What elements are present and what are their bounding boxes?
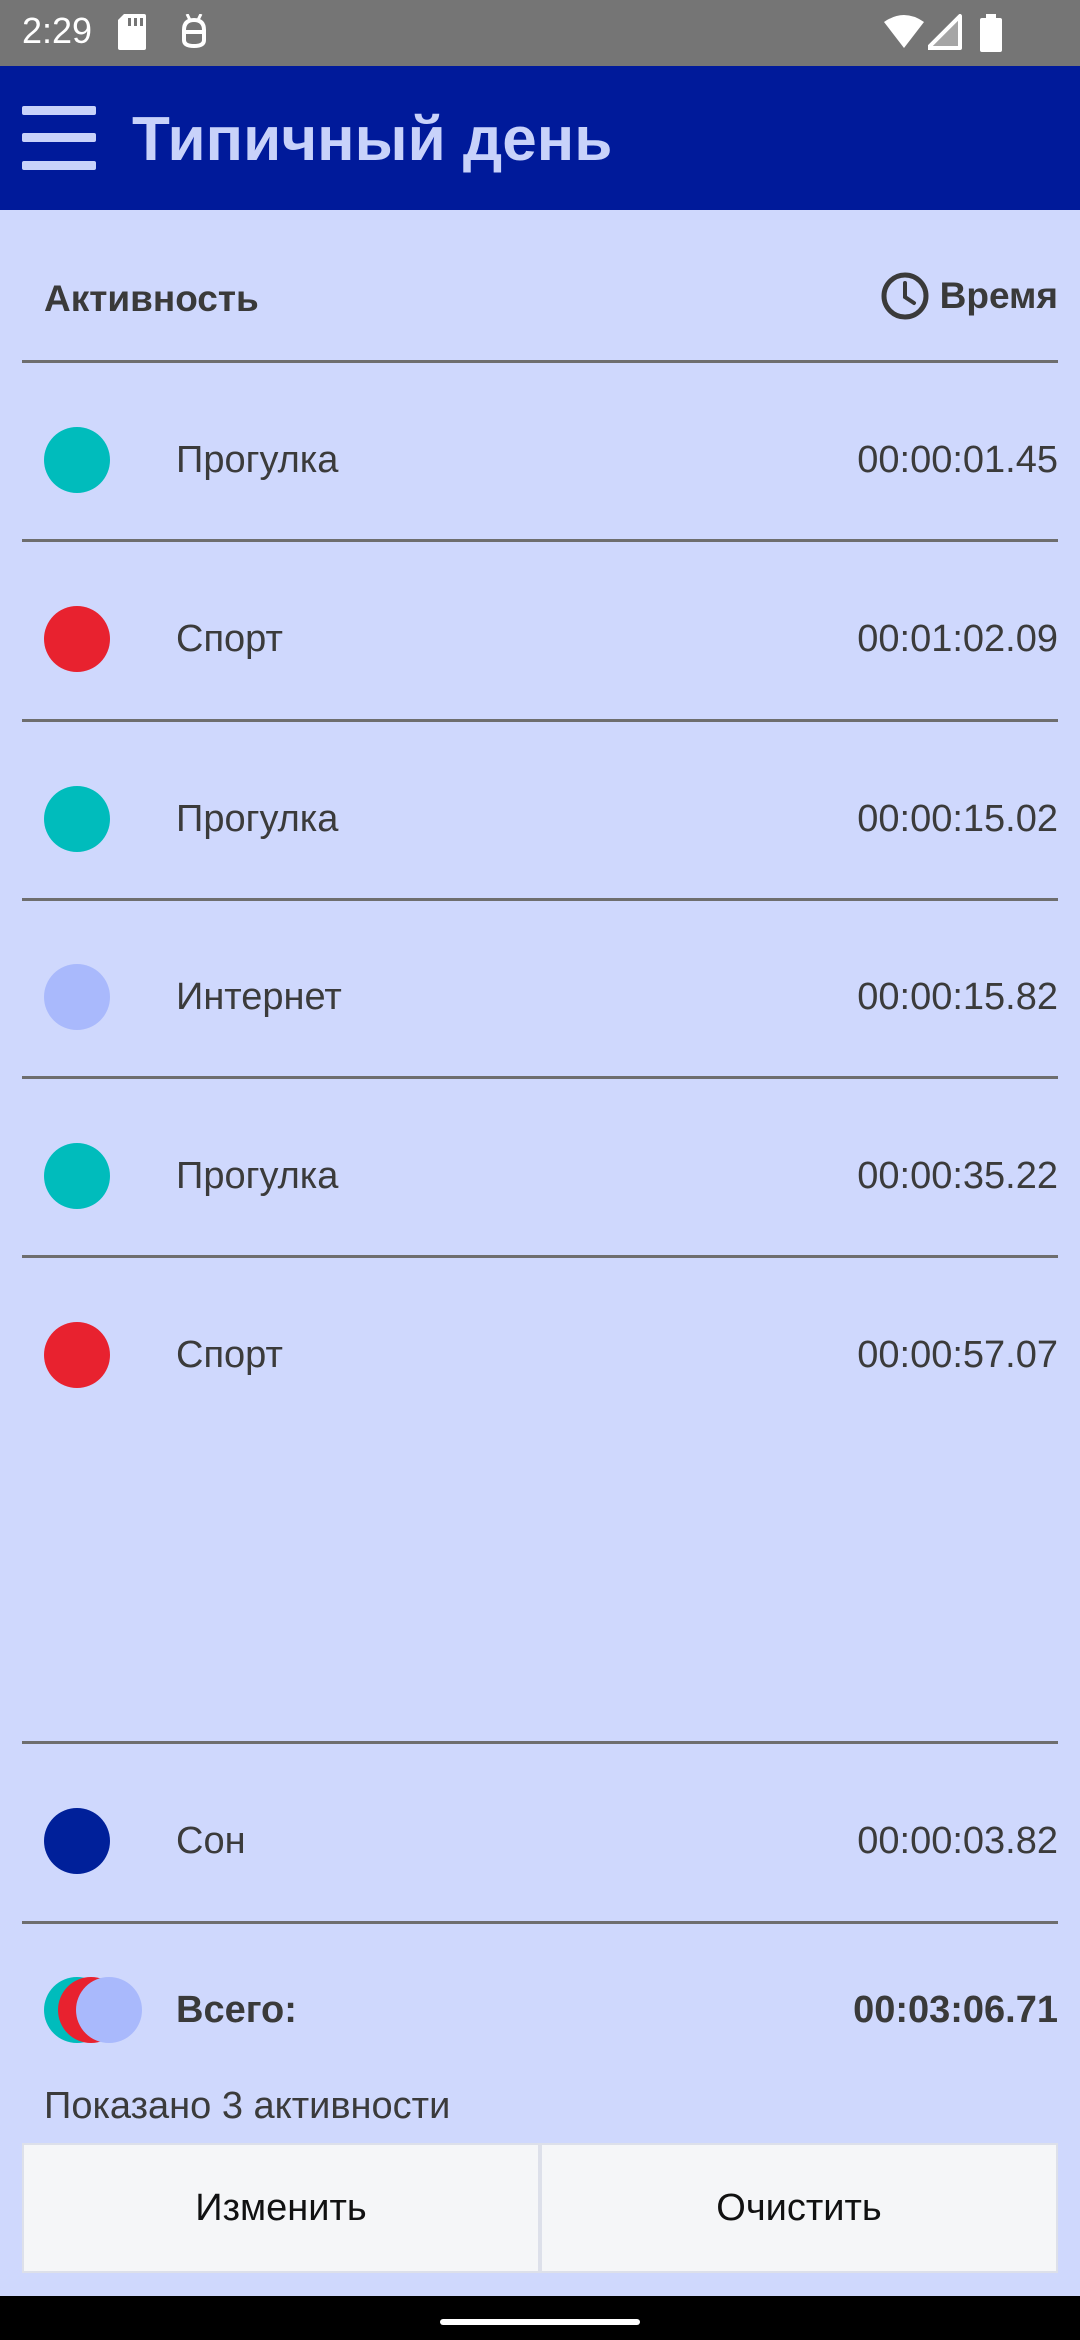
list-item[interactable]: Прогулка 00:00:15.02 [0,720,1080,896]
activity-color-dot [44,1808,110,1874]
activity-color-dot [44,1143,110,1209]
status-bar: 2:29 [0,0,1080,66]
list-item[interactable]: Прогулка 00:00:35.22 [0,1077,1080,1253]
activity-time: 00:00:15.02 [857,798,1058,840]
activity-color-dot [44,786,110,852]
total-time: 00:03:06.71 [853,1989,1058,2031]
list-item[interactable]: Интернет 00:00:15.82 [0,898,1080,1074]
navigation-bar [0,2296,1080,2340]
clock-icon [881,272,929,320]
wifi-icon [884,15,924,48]
internet-color-dot [76,1977,142,2043]
menu-icon[interactable] [22,106,96,170]
app-bar: Типичный день [0,66,1080,210]
clear-button[interactable]: Очистить [540,2143,1058,2273]
activity-name: Спорт [176,1334,283,1376]
activity-time: 00:00:35.22 [857,1155,1058,1197]
column-header-activity[interactable]: Активность [44,278,259,320]
activity-name: Прогулка [176,798,339,840]
total-row: Всего: 00:03:06.71 [0,1925,1080,2043]
battery-icon [980,14,1002,52]
list-item[interactable]: Прогулка 00:00:01.45 [0,361,1080,537]
list-item[interactable]: Спорт 00:00:57.07 [0,1256,1080,1432]
android-debug-icon [182,14,206,49]
activity-time: 00:00:57.07 [857,1334,1058,1376]
button-bar: Изменить Очистить [22,2143,1058,2273]
list-header: Активность Время [0,210,1080,362]
total-label: Всего: [176,1989,297,2031]
activity-time: 00:01:02.09 [857,618,1058,660]
shown-count-text: Показано 3 активности [44,2085,451,2127]
home-gesture-handle[interactable] [440,2319,640,2325]
stacked-color-dots [44,1977,144,2043]
sleep-row[interactable]: Сон 00:00:03.82 [0,1742,1080,1918]
divider [22,1921,1058,1924]
activity-color-dot [44,1322,110,1388]
activity-time: 00:00:15.82 [857,976,1058,1018]
activity-color-dot [44,964,110,1030]
page-title: Типичный день [132,105,613,174]
activity-time: 00:00:01.45 [857,439,1058,481]
activity-name: Спорт [176,618,283,660]
activity-color-dot [44,606,110,672]
signal-icon [928,14,962,50]
status-time: 2:29 [22,10,93,51]
activity-name: Прогулка [176,1155,339,1197]
activity-name: Прогулка [176,439,339,481]
column-header-time-label: Время [939,275,1058,316]
sd-card-icon [118,14,146,50]
activity-name: Интернет [176,976,342,1018]
activity-name: Сон [176,1820,246,1862]
list-item[interactable]: Спорт 00:01:02.09 [0,540,1080,716]
activity-color-dot [44,427,110,493]
edit-button[interactable]: Изменить [22,2143,540,2273]
column-header-time[interactable]: Время [880,270,1058,322]
activity-time: 00:00:03.82 [857,1820,1058,1862]
